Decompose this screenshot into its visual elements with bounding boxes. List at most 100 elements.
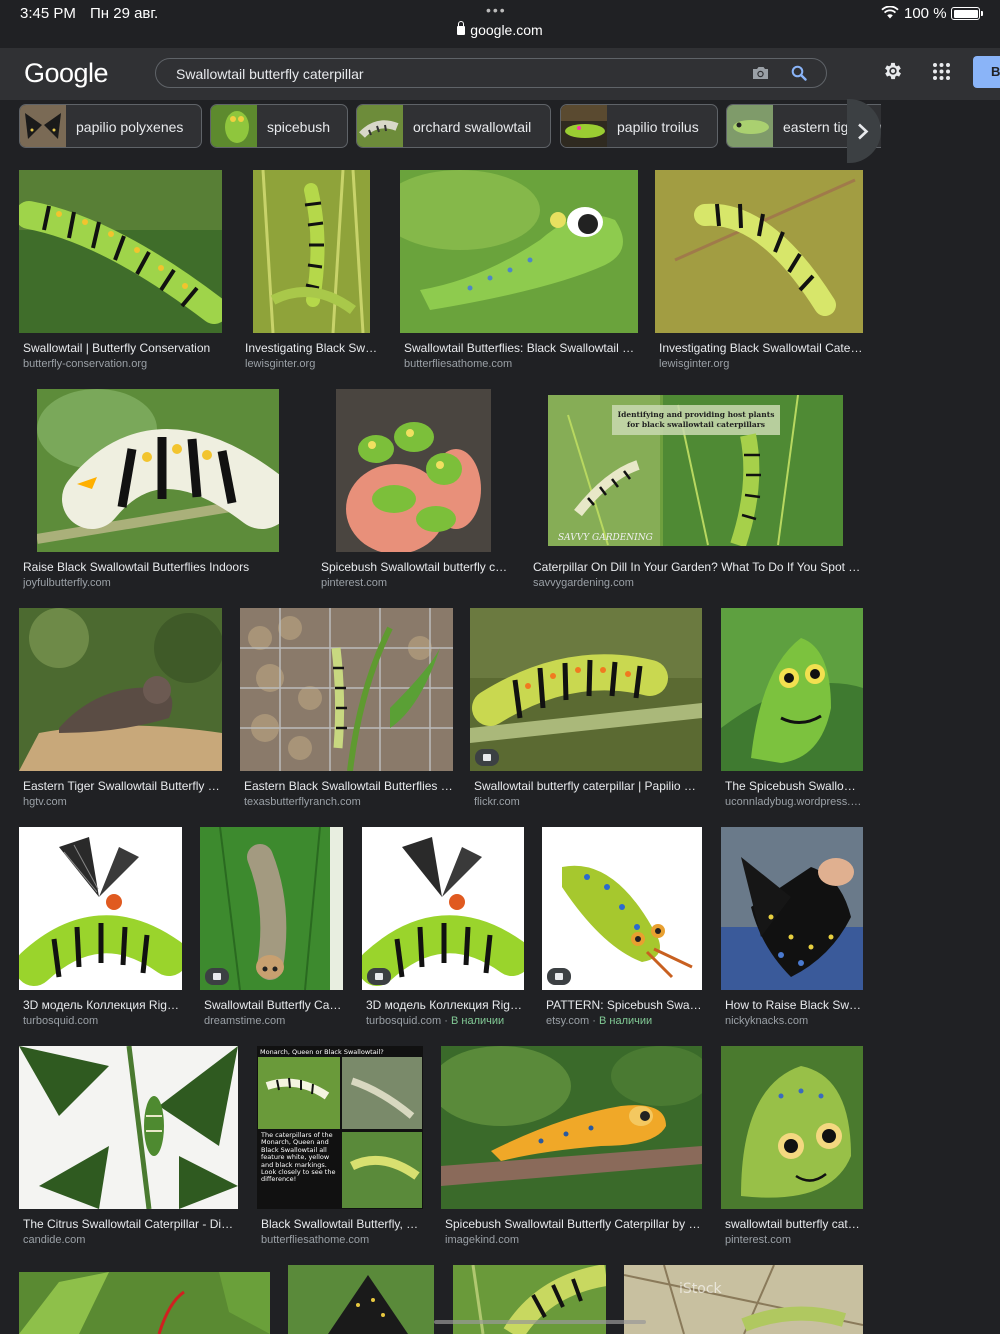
result-title[interactable]: Eastern Black Swallowtail Butterflies Ca… [244,779,453,793]
image-result[interactable]: Monarch, Queen or Black Swallowtail? The … [257,1046,423,1251]
address-bar[interactable]: google.com [0,21,1000,38]
result-source: candide.com [23,1234,86,1246]
search-query: Swallowtail butterfly caterpillar [176,66,364,82]
google-logo[interactable]: Google [24,58,109,89]
result-title[interactable]: PATTERN: Spicebush Swallowtail Caterpill… [546,998,702,1012]
multitask-dots-icon[interactable]: ••• [486,2,507,18]
result-source: etsy.com · В наличии [546,1015,653,1027]
search-input[interactable]: Swallowtail butterfly caterpillar [155,58,827,88]
image-result[interactable]: Investigating Black Swallowtail Caterpil… [655,170,863,375]
image-result[interactable]: The Spicebush Swallowtail Caterpillar uc… [721,608,863,813]
result-title[interactable]: Black Swallowtail Butterfly, Caterpillar [261,1217,423,1231]
gear-icon[interactable] [882,60,904,82]
chip-thumbnail [211,105,257,147]
result-image[interactable] [400,170,638,333]
result-title[interactable]: swallowtail butterfly caterpillar [725,1217,863,1231]
result-source: pinterest.com [321,577,388,589]
image-result[interactable]: iStock [624,1265,863,1334]
image-result[interactable]: Swallowtail Butterfly Caterpillar dreams… [200,827,343,1032]
result-image[interactable] [37,389,279,552]
result-title[interactable]: 3D модель Коллекция Rigged Swallowtail [23,998,182,1012]
result-image[interactable] [362,827,524,990]
image-result[interactable]: Raise Black Swallowtail Butterflies Indo… [19,389,299,594]
image-result[interactable] [19,1272,270,1334]
image-result[interactable]: Spicebush Swallowtail butterfly caterpil… [317,389,510,594]
result-source: savvygardening.com [533,577,634,589]
result-image[interactable]: Identifying and providing host plants for… [548,395,843,546]
result-image[interactable] [542,827,702,990]
result-title[interactable]: How to Raise Black Swallowtail Butterfli… [725,998,863,1012]
result-title[interactable]: Swallowtail butterfly caterpillar | Papi… [474,779,702,793]
chip-label: papilio troilus [617,119,699,135]
result-image[interactable] [240,608,453,771]
result-title[interactable]: Swallowtail Butterflies: Black Swallowta… [404,341,638,355]
image-result[interactable]: 3D модель Коллекция Rigged Swallowtail t… [362,827,524,1032]
image-result[interactable] [288,1265,434,1334]
battery-icon [951,7,983,20]
search-header: Google Swallowtail butterfly caterpillar… [0,48,1000,100]
chip-thumbnail [357,105,403,147]
result-image[interactable]: Monarch, Queen or Black Swallowtail? The … [257,1046,423,1209]
result-title[interactable]: 3D модель Коллекция Rigged Swallowtail [366,998,524,1012]
result-image[interactable] [288,1265,434,1334]
image-result[interactable]: 3D модель Коллекция Rigged Swallowtail t… [19,827,182,1032]
image-result[interactable]: PATTERN: Spicebush Swallowtail Caterpill… [542,827,702,1032]
result-title[interactable]: Caterpillar On Dill In Your Garden? What… [533,560,863,574]
result-title[interactable]: Spicebush Swallowtail butterfly caterpil… [321,560,510,574]
result-image[interactable] [19,1046,238,1209]
image-result[interactable]: Swallowtail Butterflies: Black Swallowta… [400,170,638,375]
scroll-indicator[interactable] [434,1320,646,1324]
result-title[interactable]: Spicebush Swallowtail Butterfly Caterpil… [445,1217,702,1231]
chip-spicebush[interactable]: spicebush [210,104,348,148]
sign-in-button[interactable]: B [973,56,1000,88]
result-source: nickyknacks.com [725,1015,809,1027]
image-result[interactable]: Spicebush Swallowtail Butterfly Caterpil… [441,1046,702,1251]
monarch-header: Monarch, Queen or Black Swallowtail? [260,1048,384,1056]
savvy-title-line-2: for black swallowtail caterpillars [627,420,765,429]
wifi-icon [881,6,899,19]
result-image[interactable] [655,170,863,333]
image-result[interactable]: Investigating Black Swallowtail Caterpil… [241,170,381,375]
result-image[interactable] [441,1046,702,1209]
chip-label: orchard swallowtail [413,119,532,135]
result-title[interactable]: Investigating Black Swallowtail Caterpil… [245,341,379,355]
result-title[interactable]: Eastern Tiger Swallowtail Butterfly Cate… [23,779,222,793]
image-result[interactable]: Eastern Tiger Swallowtail Butterfly Cate… [19,608,222,813]
source-domain: etsy.com [546,1015,590,1027]
image-result[interactable]: swallowtail butterfly caterpillar pinter… [721,1046,863,1251]
image-result[interactable]: Eastern Black Swallowtail Butterflies Ca… [240,608,453,813]
chip-papilio-troilus[interactable]: papilio troilus [560,104,718,148]
apps-grid-icon[interactable] [933,63,950,80]
result-title[interactable]: Swallowtail Butterfly Caterpillar [204,998,343,1012]
result-image[interactable] [336,389,491,552]
result-image[interactable] [721,827,863,990]
result-title[interactable]: Investigating Black Swallowtail Caterpil… [659,341,863,355]
result-source: uconnladybug.wordpress.com [725,796,863,808]
result-image[interactable]: iStock [624,1265,863,1334]
chip-papilio-polyxenes[interactable]: papilio polyxenes [19,104,202,148]
result-image[interactable] [470,608,702,771]
result-image[interactable] [19,170,222,333]
result-image[interactable] [721,1046,863,1209]
camera-icon[interactable] [752,66,769,80]
result-image[interactable] [200,827,343,990]
result-image[interactable] [253,170,370,333]
image-result[interactable]: Swallowtail | Butterfly Conservation but… [19,170,222,375]
chip-label: spicebush [267,119,331,135]
result-image[interactable] [721,608,863,771]
image-result[interactable]: How to Raise Black Swallowtail Butterfli… [721,827,863,1032]
result-image[interactable] [19,608,222,771]
result-image[interactable] [19,1272,270,1334]
result-image[interactable] [19,827,182,990]
result-title[interactable]: Raise Black Swallowtail Butterflies Indo… [23,560,299,574]
chip-orchard-swallowtail[interactable]: orchard swallowtail [356,104,551,148]
result-title[interactable]: Swallowtail | Butterfly Conservation [23,341,222,355]
image-result[interactable]: Identifying and providing host plants for… [529,389,863,594]
result-source: texasbutterflyranch.com [244,796,361,808]
result-title[interactable]: The Spicebush Swallowtail Caterpillar [725,779,863,793]
image-result[interactable]: Swallowtail butterfly caterpillar | Papi… [470,608,702,813]
result-title[interactable]: The Citrus Swallowtail Caterpillar - Dis… [23,1217,238,1231]
status-bar: 3:45 PM Пн 29 авг. ••• google.com 100 % [0,0,1000,48]
image-result[interactable]: The Citrus Swallowtail Caterpillar - Dis… [19,1046,238,1251]
search-icon[interactable] [791,65,807,81]
